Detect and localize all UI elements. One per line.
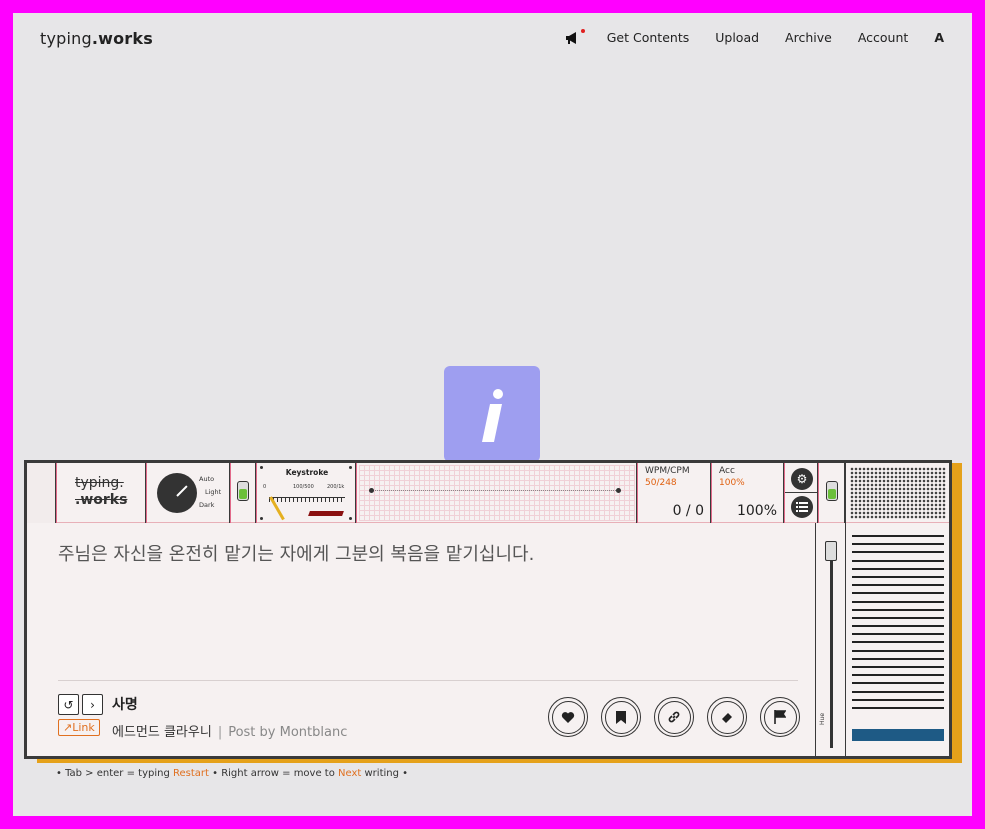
theme-light[interactable]: Light — [205, 486, 221, 499]
theme-knob[interactable] — [157, 473, 197, 513]
slider-divider-right — [845, 523, 846, 756]
theme-knob-panel: Auto Light Dark — [146, 463, 230, 523]
keystroke-panel: Keystroke 0 100/500 200/1k — [256, 463, 356, 523]
acc-panel: Acc 100% 100% — [711, 463, 784, 523]
theme-labels: Auto Light Dark — [199, 473, 221, 512]
footer-next: Next — [338, 768, 362, 779]
waveform-line — [370, 490, 620, 491]
mini-logo-line2: .works — [75, 492, 128, 508]
wpm-sub: 50/248 — [645, 478, 677, 488]
wpm-value: 0 / 0 — [672, 503, 704, 519]
hue-slider-track[interactable] — [830, 548, 833, 748]
footer-part1: • Tab > enter = typing — [56, 768, 173, 779]
list-icon[interactable] — [791, 496, 813, 518]
like-button[interactable] — [548, 697, 588, 737]
keystroke-ruler — [269, 497, 345, 502]
nav-account[interactable]: Account — [858, 30, 908, 45]
keystroke-title: Keystroke — [285, 468, 329, 477]
hue-slider-thumb[interactable] — [825, 541, 837, 561]
toggle-panel-2 — [818, 463, 845, 523]
author-separator: | — [217, 725, 223, 740]
power-toggle[interactable] — [237, 481, 249, 501]
link-button[interactable]: ↗Link — [58, 719, 100, 736]
strip-blank — [27, 463, 56, 523]
scale-200: 200/1k — [327, 484, 345, 490]
typing-text[interactable]: 주님은 자신을 온전히 맡기는 자에게 그분의 복음을 맡기십니다. — [58, 540, 534, 566]
nav-archive[interactable]: Archive — [785, 30, 832, 45]
footer-part2: • Right arrow = move to — [208, 768, 339, 779]
hue-label: Hue — [819, 712, 826, 725]
gear-icon[interactable]: ⚙ — [791, 468, 813, 490]
progress-bar — [852, 729, 944, 741]
content-divider — [58, 680, 798, 681]
toggle-panel-1 — [230, 463, 256, 523]
theme-auto[interactable]: Auto — [199, 473, 221, 486]
speaker-grille — [850, 467, 946, 519]
wpm-label: WPM/CPM — [645, 466, 690, 476]
settings-divider — [785, 492, 818, 493]
logo-light: typing — [40, 29, 92, 48]
waveform-grid — [359, 465, 635, 521]
scale-100: 100/500 — [293, 484, 314, 490]
footer-part3: writing • — [361, 768, 409, 779]
language-toggle[interactable]: A — [934, 30, 944, 45]
typing-device: typing. .works Auto Light Dark Keystroke… — [24, 460, 952, 759]
content-title: 사명 — [112, 697, 138, 713]
sound-toggle[interactable] — [826, 481, 838, 501]
megaphone-icon[interactable] — [565, 28, 585, 45]
settings-panel: ⚙ — [784, 463, 818, 523]
footer-hint: • Tab > enter = typing Restart • Right a… — [56, 768, 408, 779]
site-logo[interactable]: typing.works — [40, 29, 153, 48]
waveform-dot-end — [616, 488, 621, 493]
notification-dot — [580, 28, 585, 33]
waveform-panel — [356, 463, 637, 523]
page: typing.works Get Contents Upload Archive… — [13, 13, 972, 816]
slider-divider-left — [815, 523, 816, 756]
acc-value: 100% — [736, 503, 777, 519]
keystroke-redzone — [308, 511, 344, 516]
report-button[interactable] — [760, 697, 800, 737]
speaker-panel — [845, 463, 949, 523]
author-name: 에드먼드 클라우니 — [112, 725, 212, 740]
heart-icon — [561, 711, 575, 723]
author-line: 에드먼드 클라우니 | Post by Montblanc — [112, 721, 347, 740]
next-icon[interactable]: › — [82, 694, 103, 715]
control-strip: typing. .works Auto Light Dark Keystroke… — [27, 463, 949, 523]
scale-0: 0 — [263, 484, 267, 490]
bookmark-icon — [616, 710, 626, 724]
mini-logo: typing. .works — [75, 475, 127, 509]
restart-icon[interactable]: ↺ — [58, 694, 79, 715]
mini-logo-line1: typing. — [75, 475, 124, 491]
eraser-icon — [722, 713, 732, 723]
bookmark-button[interactable] — [601, 697, 641, 737]
footer-restart: Restart — [172, 768, 209, 779]
acc-label: Acc — [719, 466, 735, 476]
post-by: Post by Montblanc — [228, 725, 348, 740]
nav-get-contents[interactable]: Get Contents — [607, 30, 689, 45]
nav-upload[interactable]: Upload — [715, 30, 759, 45]
info-tile[interactable] — [444, 366, 540, 462]
line-pattern — [852, 535, 944, 715]
screw — [260, 517, 263, 520]
eraser-button[interactable] — [707, 697, 747, 737]
mini-logo-panel: typing. .works — [56, 463, 146, 523]
chain-link-icon — [668, 711, 680, 723]
flag-icon — [774, 710, 786, 724]
logo-bold: .works — [91, 29, 153, 48]
waveform-dot-start — [369, 488, 374, 493]
theme-dark[interactable]: Dark — [199, 499, 221, 512]
acc-sub: 100% — [719, 478, 745, 488]
wpm-panel: WPM/CPM 50/248 0 / 0 — [637, 463, 711, 523]
italic-i-icon — [482, 389, 503, 442]
screw — [349, 517, 352, 520]
share-link-button[interactable] — [654, 697, 694, 737]
top-nav: Get Contents Upload Archive Account A — [565, 28, 944, 45]
